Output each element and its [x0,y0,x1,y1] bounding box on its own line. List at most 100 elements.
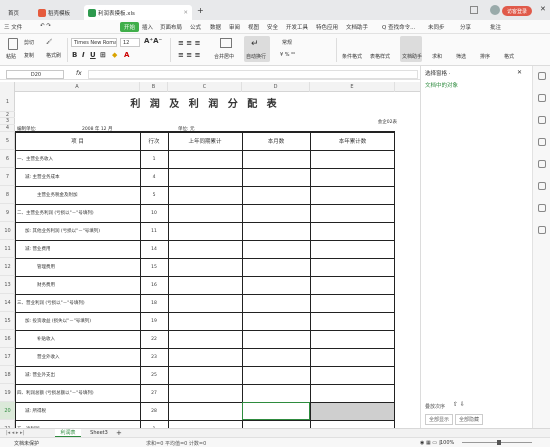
merge-button[interactable]: 合并居中 [214,53,234,60]
cond-format-button[interactable]: 条件格式 [342,53,362,60]
avatar[interactable] [490,5,500,15]
shape-icon[interactable] [538,138,546,146]
cut-button[interactable]: 剪切 [24,39,34,46]
sheet-nav-icon[interactable]: |◂ ◂ ▸ ▸| [6,430,24,436]
menu-start[interactable]: 开始 [120,22,140,32]
menu-doc-helper[interactable]: 文档助手 [346,23,368,31]
add-sheet-icon[interactable]: + [116,429,122,437]
row-header-10[interactable]: 10 [0,222,15,240]
format-painter-icon[interactable]: 🖌 [46,39,52,45]
column-header-C[interactable]: C [168,82,242,92]
show-all-button[interactable]: 全部显示 [425,414,454,425]
property-icon[interactable] [538,116,546,124]
protect-status[interactable]: 文档未保护 [14,440,39,447]
align-left-icon[interactable]: ≡ ≡ ≡ [178,51,200,59]
copy-button[interactable]: 复制 [24,52,34,59]
backup-icon[interactable] [538,182,546,190]
menu-formula[interactable]: 公式 [190,23,201,31]
chart-icon[interactable] [538,160,546,168]
close-window-icon[interactable]: ✕ [540,5,546,13]
hide-all-button[interactable]: 全部隐藏 [455,414,484,425]
font-name-select[interactable]: Times New Roma [71,38,117,47]
column-header-E[interactable]: E [310,82,395,92]
annotate-button[interactable]: 批注 [490,23,501,31]
border-icon[interactable]: ⊞ [100,51,106,59]
menu-insert[interactable]: 插入 [142,23,153,31]
shaded-cell[interactable] [311,403,394,420]
row-header-18[interactable]: 18 [0,366,15,384]
view-mode-icons[interactable]: ◉ ▦ ▭ ▯ [420,440,441,446]
row-header-19[interactable]: 19 [0,384,15,402]
number-format-select[interactable]: 常规 [282,39,292,46]
paste-icon[interactable] [8,38,18,50]
sheet-tab[interactable]: Sheet3 [86,429,112,437]
name-box[interactable]: D20 [6,70,64,79]
menu-page-layout[interactable]: 页面布局 [160,23,182,31]
row-header-9[interactable]: 9 [0,204,15,222]
sheet-tab-active[interactable]: 利润表 [55,429,81,437]
spreadsheet-grid[interactable]: ABCDE 1234567891011121314151617181920212… [0,82,420,428]
menu-special[interactable]: 特色应用 [316,23,338,31]
close-tab-icon[interactable]: ✕ [183,10,188,16]
tab-home[interactable]: 首页 [4,5,32,20]
sort-button[interactable]: 排序 [480,53,490,60]
row-header-4[interactable]: 4 [0,125,15,132]
fill-color-icon[interactable]: ◆ [112,51,117,59]
select-icon[interactable] [538,72,546,80]
row-header-7[interactable]: 7 [0,168,15,186]
layout-icon[interactable] [470,6,478,14]
row-header-15[interactable]: 15 [0,312,15,330]
menu-data[interactable]: 数据 [210,23,221,31]
selected-cell[interactable] [242,402,310,420]
merge-icon[interactable] [220,38,232,48]
row-header-3[interactable]: 3 [0,118,15,125]
formula-input[interactable] [88,70,418,79]
format-button[interactable]: 格式 [504,53,514,60]
row-header-12[interactable]: 12 [0,258,15,276]
tab-file[interactable]: 利润表摸板.xls ✕ [84,5,192,20]
font-grow-icon[interactable]: A⁺A⁻ [144,37,162,45]
menu-review[interactable]: 审阅 [229,23,240,31]
column-header-B[interactable]: B [140,82,168,92]
row-header-5[interactable]: 5 [0,132,15,150]
help-icon[interactable] [538,226,546,234]
row-header-8[interactable]: 8 [0,186,15,204]
format-painter-button[interactable]: 格式刷 [46,52,61,59]
sum-button[interactable]: 求和 [432,53,442,60]
underline-icon[interactable]: U [90,51,96,59]
zoom-handle[interactable] [497,440,501,445]
font-color-icon[interactable]: A [124,51,129,59]
undo-icon[interactable]: ↶ ↷ [40,23,51,29]
sync-status[interactable]: 未同步 [428,23,445,31]
percent-icon[interactable]: ¥ % ⁰⁰ [280,52,295,58]
new-tab-button[interactable]: + [197,6,204,15]
table-style-button[interactable]: 表格样式 [370,53,390,60]
menu-dev-tools[interactable]: 开发工具 [286,23,308,31]
column-header-A[interactable]: A [15,82,140,92]
zoom-level[interactable]: 100% [440,440,454,446]
row-header-16[interactable]: 16 [0,330,15,348]
tab-docer[interactable]: 稻壳模板 [34,5,82,20]
row-header-21[interactable]: 21 [0,420,15,429]
menu-security[interactable]: 安全 [267,23,278,31]
bold-icon[interactable]: B [72,51,77,59]
login-button[interactable]: 访客登录 [502,6,532,16]
row-header-20[interactable]: 20 [0,402,15,420]
font-size-select[interactable]: 12 [120,38,140,47]
filter-button[interactable]: 筛选 [456,53,466,60]
column-header-D[interactable]: D [242,82,310,92]
row-header-13[interactable]: 13 [0,276,15,294]
row-header-14[interactable]: 14 [0,294,15,312]
row-header-11[interactable]: 11 [0,240,15,258]
style-icon[interactable] [538,94,546,102]
menu-view[interactable]: 视图 [248,23,259,31]
share-button[interactable]: 分享 [460,23,471,31]
italic-icon[interactable]: I [82,51,85,59]
pane-close-icon[interactable]: ✕ [517,69,522,76]
fx-icon[interactable]: fx [76,70,82,77]
row-header-1[interactable]: 1 [0,92,15,112]
row-header-17[interactable]: 17 [0,348,15,366]
order-arrows-icon[interactable]: ⇧ ⇩ [453,401,465,408]
menu-file[interactable]: 三 文件 [4,23,22,31]
settings-icon[interactable] [538,204,546,212]
